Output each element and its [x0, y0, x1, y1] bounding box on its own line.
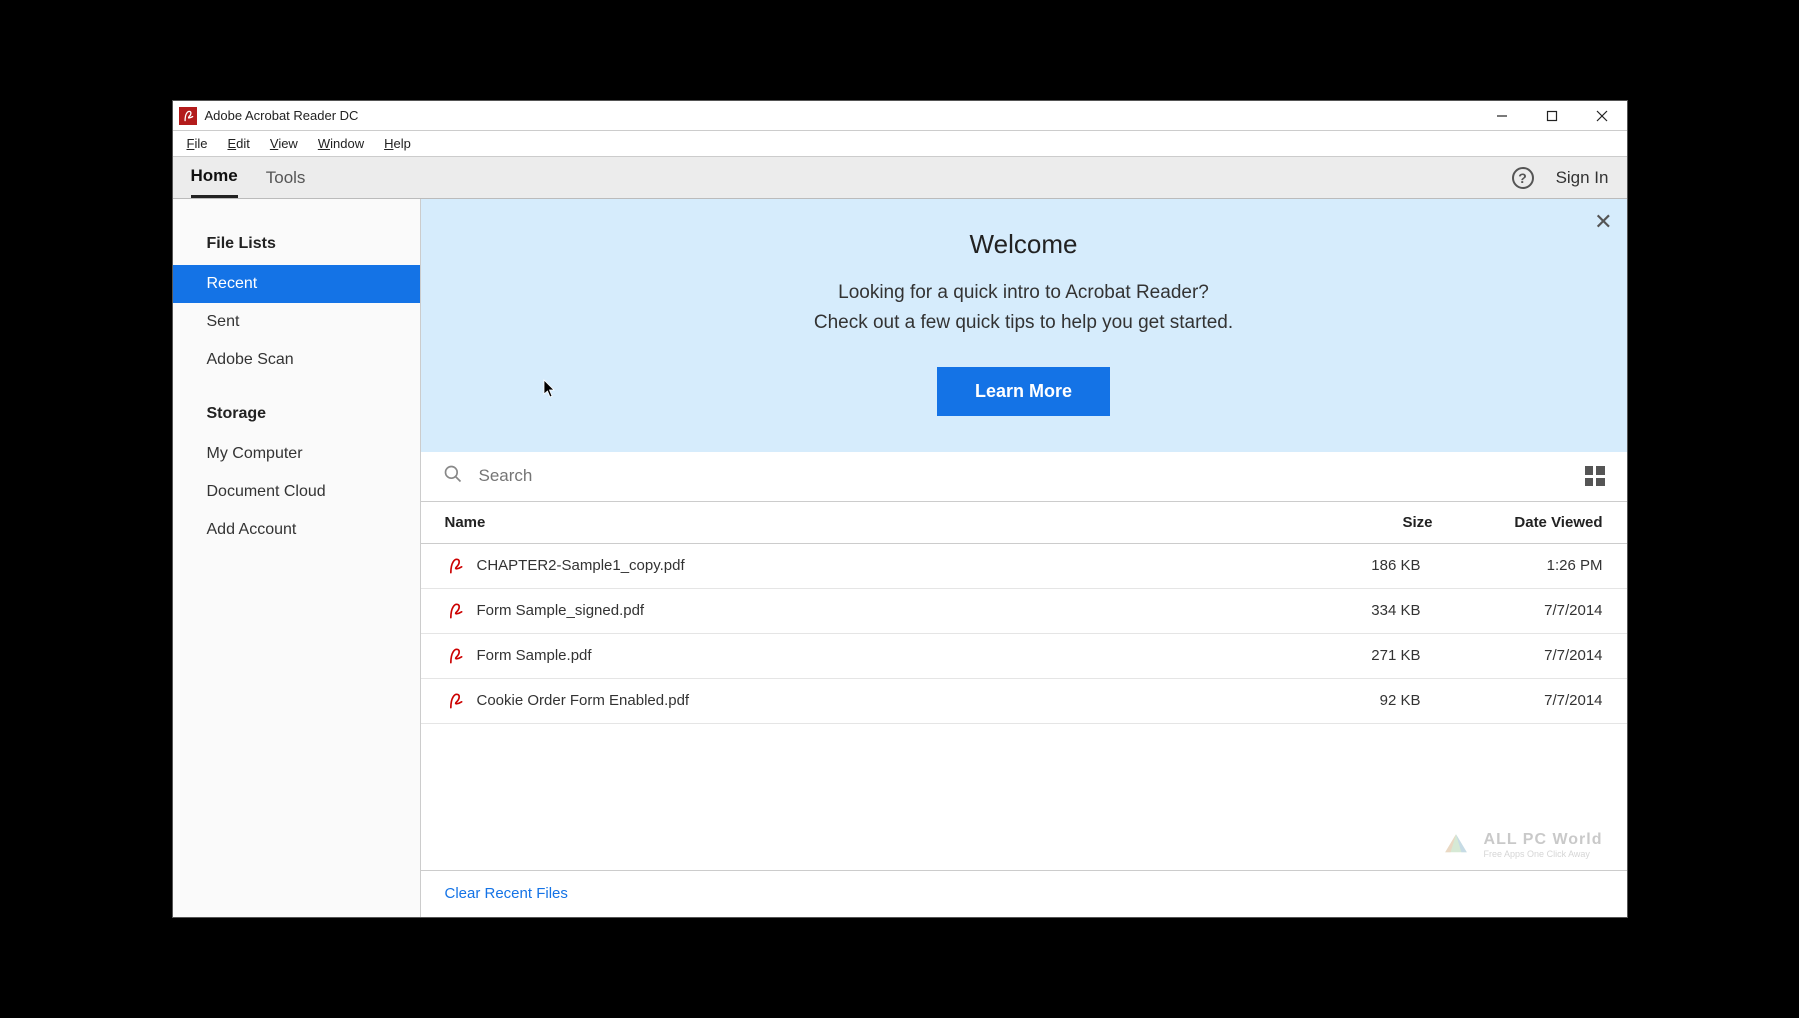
menu-file[interactable]: File: [179, 134, 216, 153]
file-name: CHAPTER2-Sample1_copy.pdf: [477, 557, 1281, 574]
pdf-icon: [445, 646, 465, 666]
file-name: Form Sample_signed.pdf: [477, 602, 1281, 619]
close-button[interactable]: [1577, 101, 1627, 131]
file-date: 1:26 PM: [1433, 557, 1603, 574]
menu-view[interactable]: View: [262, 134, 306, 153]
menu-window[interactable]: Window: [310, 134, 372, 153]
titlebar-left: Adobe Acrobat Reader DC: [179, 107, 359, 125]
file-date: 7/7/2014: [1433, 647, 1603, 664]
banner-line2: Check out a few quick tips to help you g…: [814, 312, 1233, 333]
banner-text: Looking for a quick intro to Acrobat Rea…: [441, 278, 1607, 339]
sidebar-header-storage: Storage: [173, 397, 420, 435]
toolbar-right: ? Sign In: [1512, 167, 1609, 189]
search-row: [421, 452, 1627, 502]
help-icon[interactable]: ?: [1512, 167, 1534, 189]
signin-button[interactable]: Sign In: [1556, 168, 1609, 188]
window-controls: [1477, 101, 1627, 131]
grid-view-icon[interactable]: [1585, 466, 1605, 486]
file-size: 92 KB: [1293, 692, 1421, 709]
watermark-sub: Free Apps One Click Away: [1484, 849, 1603, 859]
search-icon: [443, 464, 463, 489]
file-name: Form Sample.pdf: [477, 647, 1281, 664]
watermark: ALL PC World Free Apps One Click Away: [1438, 827, 1603, 863]
banner-close-icon[interactable]: ✕: [1594, 209, 1612, 235]
app-icon: [179, 107, 197, 125]
watermark-text: ALL PC World: [1484, 831, 1603, 849]
menu-edit[interactable]: Edit: [219, 134, 257, 153]
sidebar-item-recent[interactable]: Recent: [173, 265, 420, 303]
minimize-button[interactable]: [1477, 101, 1527, 131]
file-date: 7/7/2014: [1433, 692, 1603, 709]
application-window: Adobe Acrobat Reader DC File Edit View W…: [172, 100, 1628, 918]
window-title: Adobe Acrobat Reader DC: [205, 108, 359, 123]
col-header-size[interactable]: Size: [1293, 514, 1433, 531]
table-row[interactable]: CHAPTER2-Sample1_copy.pdf 186 KB 1:26 PM: [421, 544, 1627, 589]
clear-recent-link[interactable]: Clear Recent Files: [445, 885, 568, 902]
watermark-icon: [1438, 827, 1474, 863]
sidebar-item-add-account[interactable]: Add Account: [173, 511, 420, 549]
toolbar-tabs: Home Tools: [191, 157, 306, 198]
main-content: ✕ Welcome Looking for a quick intro to A…: [421, 199, 1627, 917]
col-header-date[interactable]: Date Viewed: [1433, 514, 1603, 531]
banner-title: Welcome: [441, 229, 1607, 260]
menu-help[interactable]: Help: [376, 134, 419, 153]
pdf-icon: [445, 556, 465, 576]
menubar: File Edit View Window Help: [173, 131, 1627, 157]
file-size: 334 KB: [1293, 602, 1421, 619]
sidebar-item-adobe-scan[interactable]: Adobe Scan: [173, 341, 420, 379]
table-header: Name Size Date Viewed: [421, 502, 1627, 544]
footer: Clear Recent Files: [421, 870, 1627, 917]
table-row[interactable]: Form Sample_signed.pdf 334 KB 7/7/2014: [421, 589, 1627, 634]
file-name: Cookie Order Form Enabled.pdf: [477, 692, 1281, 709]
sidebar-item-my-computer[interactable]: My Computer: [173, 435, 420, 473]
file-size: 271 KB: [1293, 647, 1421, 664]
learn-more-button[interactable]: Learn More: [937, 367, 1110, 416]
pdf-icon: [445, 601, 465, 621]
titlebar: Adobe Acrobat Reader DC: [173, 101, 1627, 131]
sidebar-header-filelists: File Lists: [173, 227, 420, 265]
file-date: 7/7/2014: [1433, 602, 1603, 619]
sidebar-item-document-cloud[interactable]: Document Cloud: [173, 473, 420, 511]
toolbar: Home Tools ? Sign In: [173, 157, 1627, 199]
pdf-icon: [445, 691, 465, 711]
sidebar-item-sent[interactable]: Sent: [173, 303, 420, 341]
body: File Lists Recent Sent Adobe Scan Storag…: [173, 199, 1627, 917]
search-input[interactable]: [479, 466, 1569, 486]
welcome-banner: ✕ Welcome Looking for a quick intro to A…: [421, 199, 1627, 452]
maximize-button[interactable]: [1527, 101, 1577, 131]
sidebar: File Lists Recent Sent Adobe Scan Storag…: [173, 199, 421, 917]
table-row[interactable]: Form Sample.pdf 271 KB 7/7/2014: [421, 634, 1627, 679]
col-header-name[interactable]: Name: [445, 514, 1293, 531]
tab-home[interactable]: Home: [191, 157, 238, 198]
banner-line1: Looking for a quick intro to Acrobat Rea…: [838, 282, 1209, 303]
file-size: 186 KB: [1293, 557, 1421, 574]
table-row[interactable]: Cookie Order Form Enabled.pdf 92 KB 7/7/…: [421, 679, 1627, 724]
tab-tools[interactable]: Tools: [266, 157, 306, 198]
